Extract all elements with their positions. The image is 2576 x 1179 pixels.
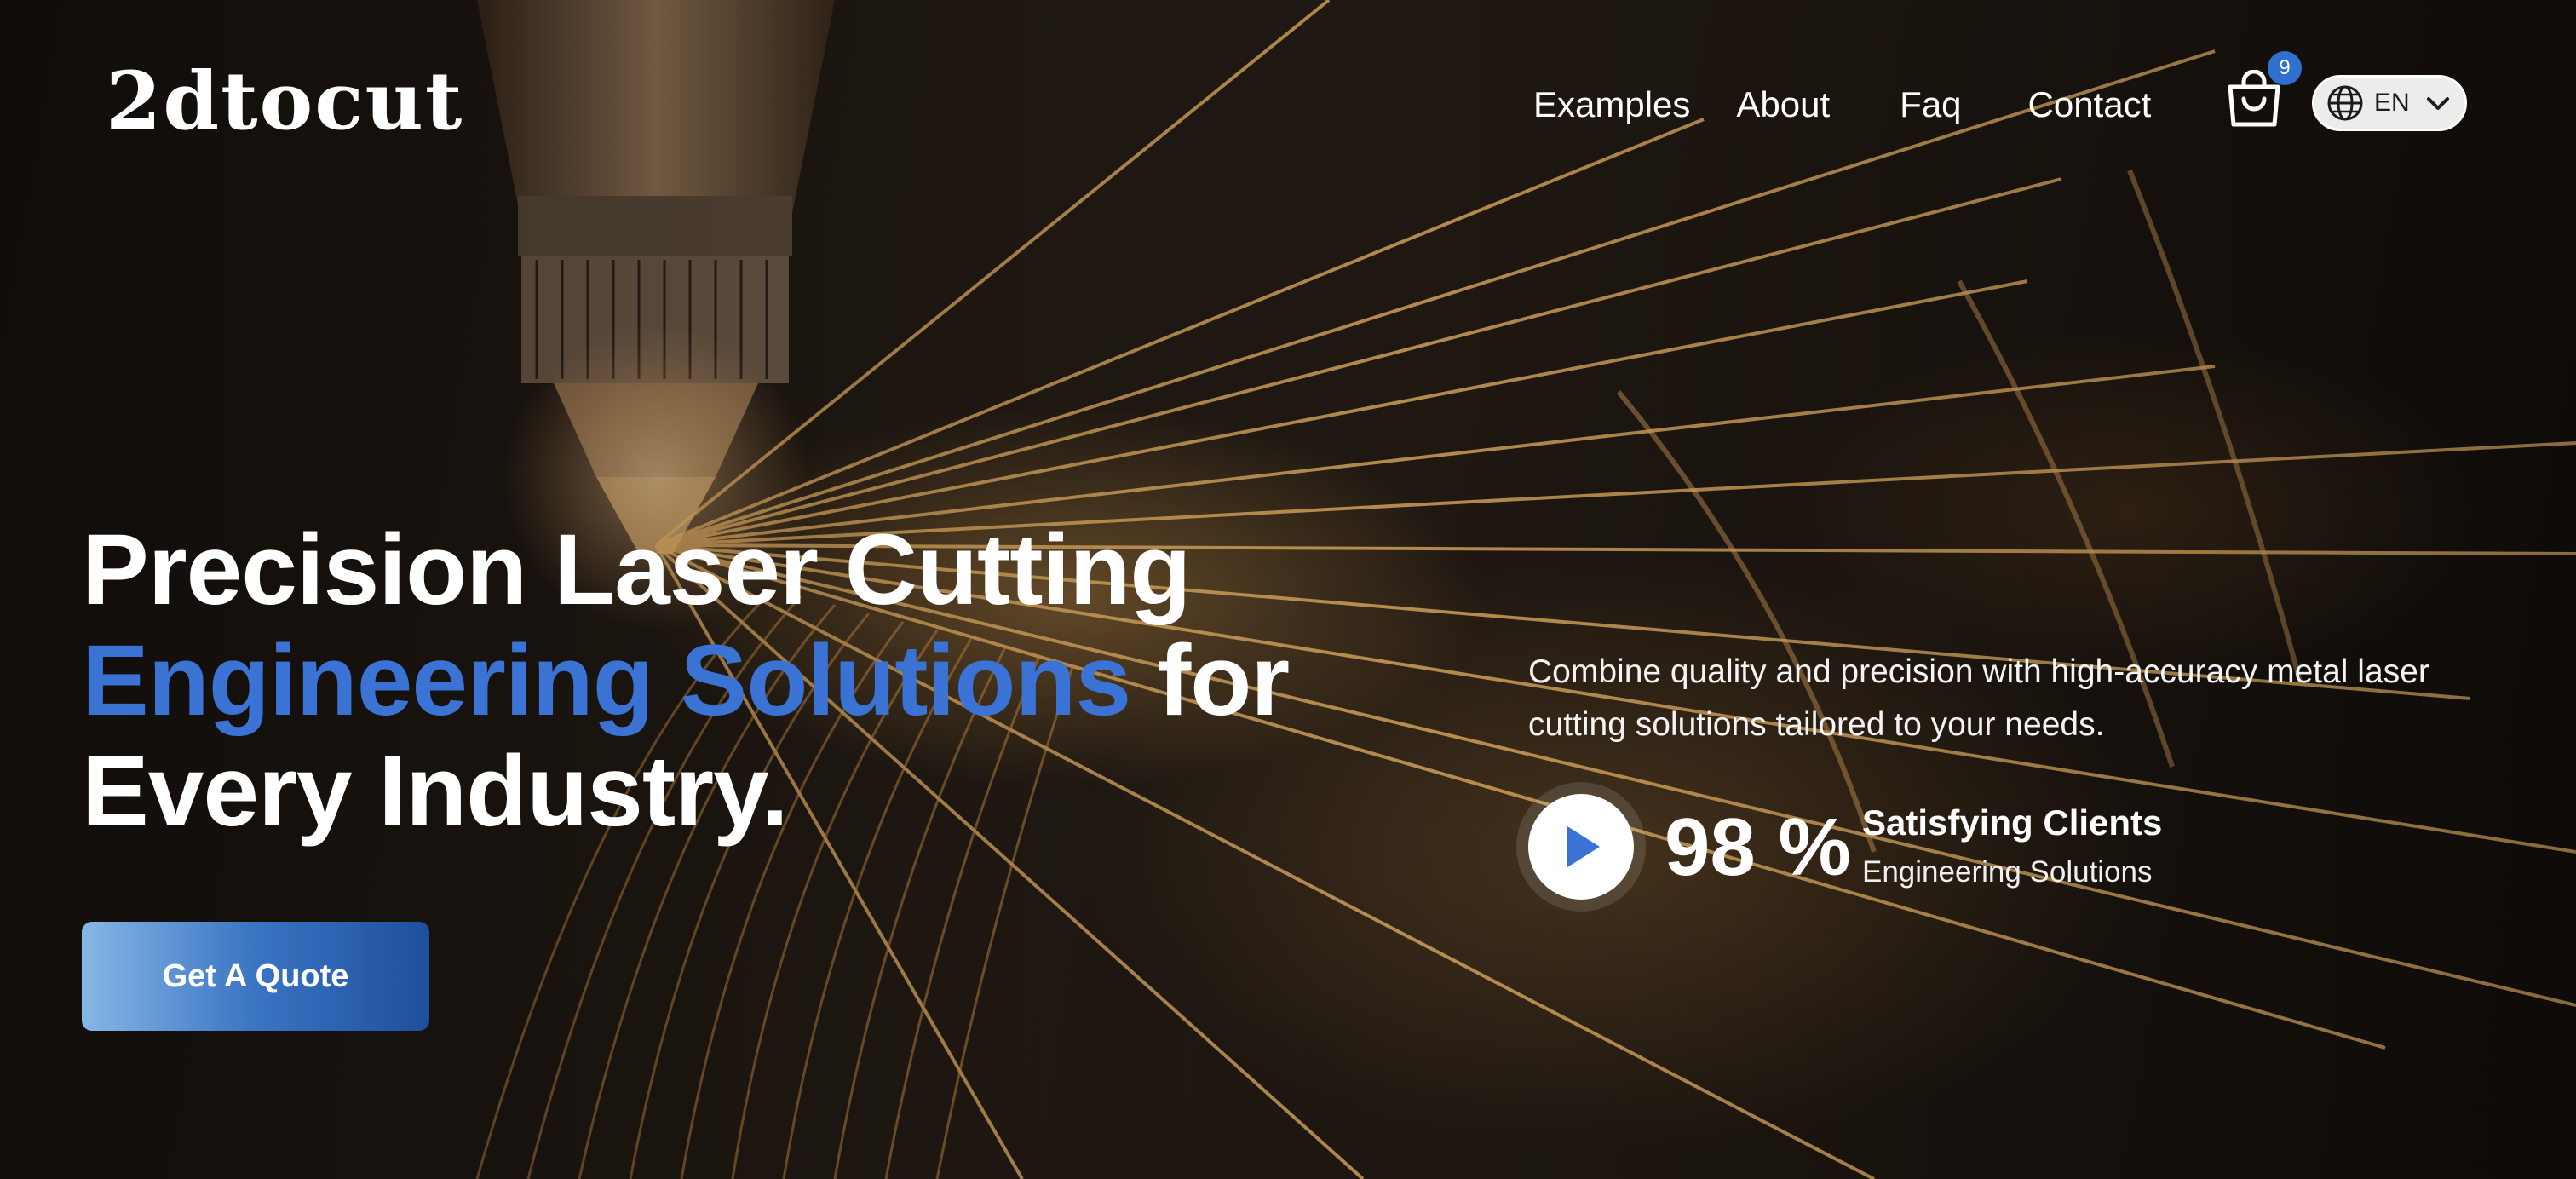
stat-title: Satisfying Clients <box>1862 802 2163 843</box>
nav-item-contact[interactable]: Contact <box>2028 82 2152 128</box>
nav-item-examples[interactable]: Examples <box>1533 82 1690 128</box>
get-a-quote-button[interactable]: Get A Quote <box>82 922 429 1031</box>
stat-subtitle: Engineering Solutions <box>1862 855 2153 889</box>
stat-percentage: 98 % <box>1665 802 1851 893</box>
play-video-button[interactable] <box>1528 794 1634 900</box>
brand-logo[interactable]: 2dtocut <box>106 61 463 141</box>
language-selector[interactable]: EN <box>2312 75 2467 131</box>
chevron-down-icon <box>2426 97 2449 110</box>
language-code: EN <box>2374 89 2410 117</box>
hero-description: Combine quality and precision with high-… <box>1528 653 2429 743</box>
globe-icon <box>2327 85 2363 121</box>
headline-line-2: Engineering Solutions for <box>82 625 1360 736</box>
nav-item-about[interactable]: About <box>1736 82 1830 128</box>
nav-item-faq[interactable]: Faq <box>1900 82 1961 128</box>
headline-accent-text: Engineering Solutions <box>82 624 1131 737</box>
hero-headline: Precision Laser Cutting Engineering Solu… <box>82 515 1360 847</box>
headline-line-1: Precision Laser Cutting <box>82 514 1192 626</box>
cart-count-badge: 9 <box>2268 51 2302 85</box>
headline-line-3: Every Industry. <box>82 735 789 848</box>
main-navigation: Examples About Faq Contact <box>1533 82 2151 128</box>
play-icon <box>1567 826 1600 867</box>
headline-line-2-rest: for <box>1157 624 1290 737</box>
